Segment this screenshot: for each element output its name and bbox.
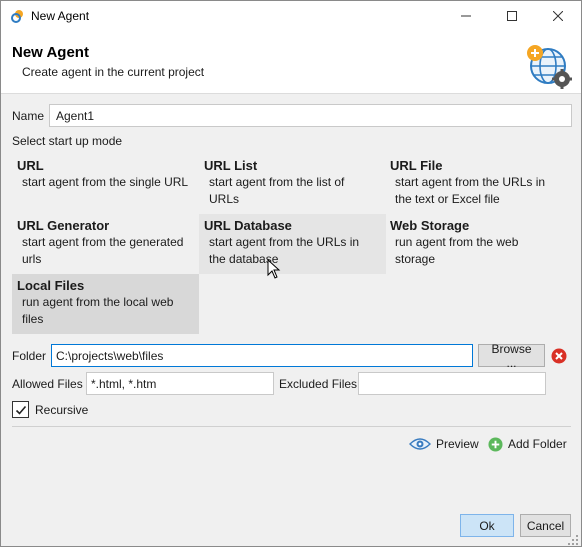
add-folder-label: Add Folder (508, 437, 567, 451)
mode-description: storage (395, 252, 436, 266)
recursive-checkbox[interactable] (12, 401, 29, 418)
minimize-button[interactable] (443, 1, 489, 31)
allowed-files-field[interactable] (86, 372, 274, 395)
mode-option-url[interactable]: URL start agent from the single URL (12, 154, 199, 214)
mode-description: run agent from the web (395, 235, 519, 249)
maximize-icon (507, 11, 517, 21)
mode-title: Local Files (17, 278, 85, 293)
mode-title: URL (17, 158, 44, 173)
allowed-files-label: Allowed Files (12, 377, 83, 391)
close-button[interactable] (535, 1, 581, 31)
app-logo-icon (11, 10, 23, 23)
mode-option-web-storage[interactable]: Web Storage run agent from the web stora… (385, 214, 572, 274)
mode-description: run agent from the local web (22, 295, 174, 309)
new-agent-dialog: New Agent New Agent Create agent in the … (0, 0, 582, 547)
eye-icon (409, 438, 431, 450)
mode-description: start agent from the single URL (22, 175, 189, 189)
maximize-button[interactable] (489, 1, 535, 31)
add-folder-button[interactable]: Add Folder (488, 435, 567, 453)
divider (12, 426, 571, 427)
mode-title: Web Storage (390, 218, 470, 233)
mode-option-local-files[interactable]: Local Files run agent from the local web… (12, 274, 199, 334)
mode-description: start agent from the list of (209, 175, 345, 189)
browse-button[interactable]: Browse ... (478, 342, 545, 370)
minimize-icon (461, 15, 471, 17)
plus-circle-icon (488, 436, 503, 452)
recursive-label: Recursive (35, 403, 89, 417)
close-icon (553, 11, 563, 21)
window-title: New Agent (31, 9, 90, 23)
mode-description: start agent from the URLs in (209, 235, 360, 249)
mode-option-url-list[interactable]: URL List start agent from the list of UR… (199, 154, 386, 214)
mode-option-url-database[interactable]: URL Database start agent from the URLs i… (199, 214, 386, 274)
mode-title: URL File (390, 158, 443, 173)
mode-description: start agent from the URLs in (395, 175, 546, 189)
folder-path-field[interactable] (51, 344, 473, 367)
mode-description: the database (209, 252, 279, 266)
cancel-button[interactable]: Cancel (520, 514, 571, 537)
mode-description: files (22, 312, 44, 326)
mode-description: URLs (209, 192, 240, 206)
mode-option-url-generator[interactable]: URL Generator start agent from the gener… (12, 214, 199, 274)
resize-grip-icon[interactable] (567, 534, 579, 546)
mode-option-url-file[interactable]: URL File start agent from the URLs in th… (385, 154, 572, 214)
mode-description: urls (22, 252, 42, 266)
name-field[interactable] (49, 104, 572, 127)
excluded-files-label: Excluded Files (279, 377, 358, 391)
clear-folder-icon[interactable] (551, 348, 567, 364)
mode-title: URL Generator (17, 218, 110, 233)
mode-title: URL List (204, 158, 258, 173)
header-title: New Agent (12, 44, 89, 61)
ok-button[interactable]: Ok (460, 514, 514, 537)
preview-label: Preview (436, 437, 479, 451)
mode-title: URL Database (204, 218, 292, 233)
excluded-files-field[interactable] (358, 372, 546, 395)
mode-description: the text or Excel file (395, 192, 500, 206)
mode-description: start agent from the generated (22, 235, 184, 249)
mouse-pointer-icon (267, 259, 281, 279)
header-subtitle: Create agent in the current project (22, 65, 205, 79)
dialog-header: New Agent Create agent in the current pr… (1, 31, 581, 94)
checkmark-icon (15, 405, 26, 415)
preview-button[interactable]: Preview (409, 435, 479, 453)
globe-gear-icon (527, 45, 572, 89)
folder-label: Folder (12, 349, 47, 363)
startup-mode-label: Select start up mode (12, 134, 123, 148)
name-label: Name (12, 109, 45, 123)
title-bar[interactable]: New Agent (1, 1, 581, 31)
